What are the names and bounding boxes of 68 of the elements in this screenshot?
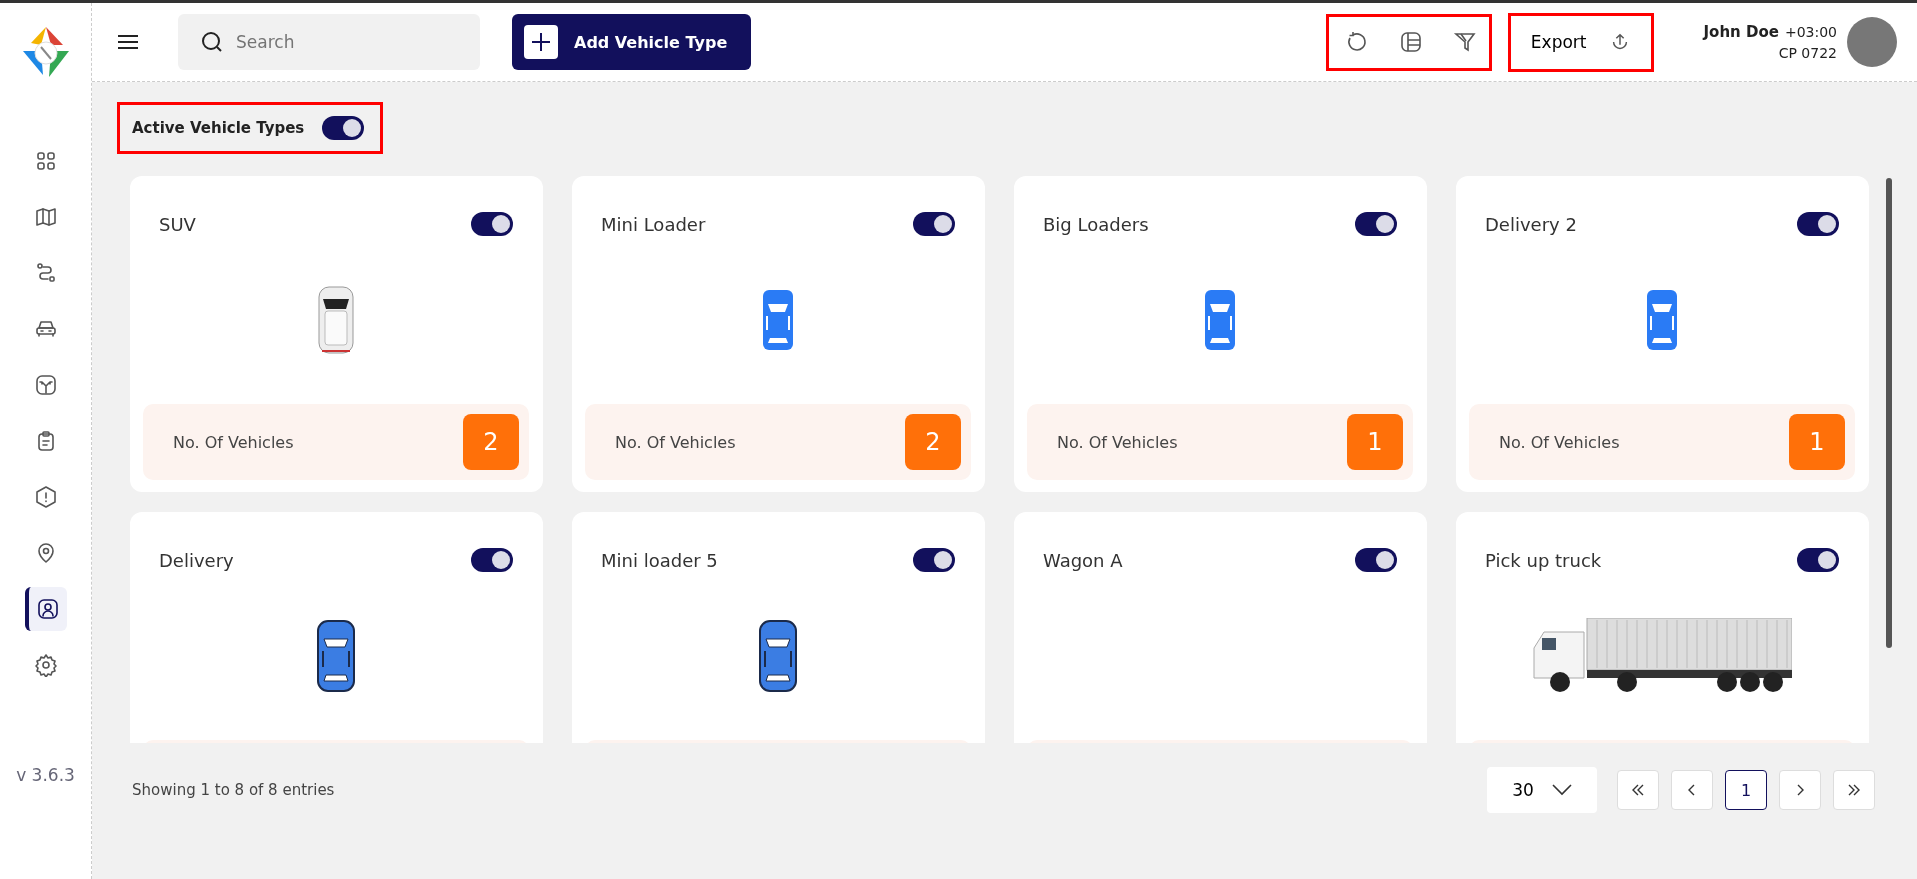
add-vehicle-type-button[interactable]: Add Vehicle Type bbox=[512, 14, 752, 70]
filter-icon[interactable] bbox=[1452, 30, 1477, 54]
count-label: No. Of Vehicles bbox=[173, 432, 294, 452]
vehicle-type-card[interactable]: Mini Loader No. Of Vehicles 2 bbox=[572, 176, 985, 492]
count-label: No. Of Vehicles bbox=[1499, 432, 1620, 452]
count-badge: 2 bbox=[463, 414, 519, 470]
entries-summary: Showing 1 to 8 of 8 entries bbox=[132, 781, 335, 799]
vehicle-type-card[interactable]: Big Loaders No. Of Vehicles 1 bbox=[1014, 176, 1427, 492]
card-title: Big Loaders bbox=[1043, 213, 1149, 235]
avatar[interactable] bbox=[1847, 17, 1897, 67]
toggle-switch[interactable] bbox=[913, 212, 955, 236]
toggle-switch[interactable] bbox=[1797, 212, 1839, 236]
settings-icon bbox=[33, 653, 58, 677]
toggle-switch[interactable] bbox=[1355, 548, 1397, 572]
search-icon bbox=[200, 30, 224, 54]
card-title: Delivery bbox=[159, 549, 234, 571]
car-icon bbox=[761, 288, 795, 352]
count-label: No. Of Vehicles bbox=[1057, 432, 1178, 452]
sidebar-nav-item[interactable] bbox=[24, 587, 67, 631]
alert-icon bbox=[33, 485, 58, 509]
filter-label: Active Vehicle Types bbox=[132, 119, 305, 137]
map-icon bbox=[33, 205, 58, 229]
car-icon bbox=[758, 619, 798, 693]
last-page-button[interactable] bbox=[1833, 770, 1875, 810]
card-title: SUV bbox=[159, 213, 196, 235]
menu-icon[interactable] bbox=[118, 34, 138, 50]
toggle-switch[interactable] bbox=[913, 548, 955, 572]
vehicle-type-card[interactable]: Delivery 2 No. Of Vehicles 1 bbox=[1456, 176, 1869, 492]
fork-icon bbox=[33, 373, 58, 397]
card-title: Delivery 2 bbox=[1485, 213, 1577, 235]
user-name: John Doe bbox=[1703, 23, 1779, 41]
count-label: No. Of Vehicles bbox=[615, 432, 736, 452]
version-label: v 3.6.3 bbox=[16, 765, 75, 785]
toggle-switch[interactable] bbox=[471, 212, 513, 236]
count-badge: 2 bbox=[905, 414, 961, 470]
toggle-switch[interactable] bbox=[471, 548, 513, 572]
vehicle-type-card[interactable]: Pick up truck bbox=[1456, 512, 1869, 743]
chevron-right-icon bbox=[1796, 784, 1804, 796]
plus-icon bbox=[524, 25, 558, 59]
toggle-switch[interactable] bbox=[322, 116, 365, 140]
car-icon bbox=[316, 619, 356, 693]
user-code: CP 0722 bbox=[1778, 45, 1837, 61]
user-icon bbox=[35, 597, 60, 621]
first-page-button[interactable] bbox=[1617, 770, 1659, 810]
vehicle-type-card[interactable]: SUV No. Of Vehicles 2 bbox=[130, 176, 543, 492]
vehicle-type-card[interactable]: Mini loader 5 bbox=[572, 512, 985, 743]
chevron-down-icon bbox=[1551, 784, 1572, 796]
card-title: Pick up truck bbox=[1485, 549, 1602, 571]
toggle-switch[interactable] bbox=[1797, 548, 1839, 572]
toggle-switch[interactable] bbox=[1355, 212, 1397, 236]
page-size-select[interactable]: 30 bbox=[1487, 767, 1597, 813]
count-badge: 1 bbox=[1789, 414, 1845, 470]
car-icon bbox=[1645, 288, 1679, 352]
card-title: Mini loader 5 bbox=[601, 549, 718, 571]
page-number-button[interactable]: 1 bbox=[1725, 770, 1767, 810]
car-icon bbox=[1203, 288, 1237, 352]
double-chevron-left-icon bbox=[1631, 784, 1645, 796]
vehicle-type-card[interactable]: Wagon A bbox=[1014, 512, 1427, 743]
double-chevron-right-icon bbox=[1847, 784, 1861, 796]
columns-icon[interactable] bbox=[1398, 30, 1423, 54]
user-timezone: +03:00 bbox=[1784, 24, 1837, 40]
count-badge: 1 bbox=[1347, 414, 1403, 470]
car-photo-drawing bbox=[316, 285, 356, 355]
card-title: Mini Loader bbox=[601, 213, 706, 235]
vehicle-type-card[interactable]: Delivery bbox=[130, 512, 543, 743]
chevron-left-icon bbox=[1688, 784, 1696, 796]
card-title: Wagon A bbox=[1043, 549, 1123, 571]
search-field[interactable]: Search bbox=[178, 14, 480, 70]
